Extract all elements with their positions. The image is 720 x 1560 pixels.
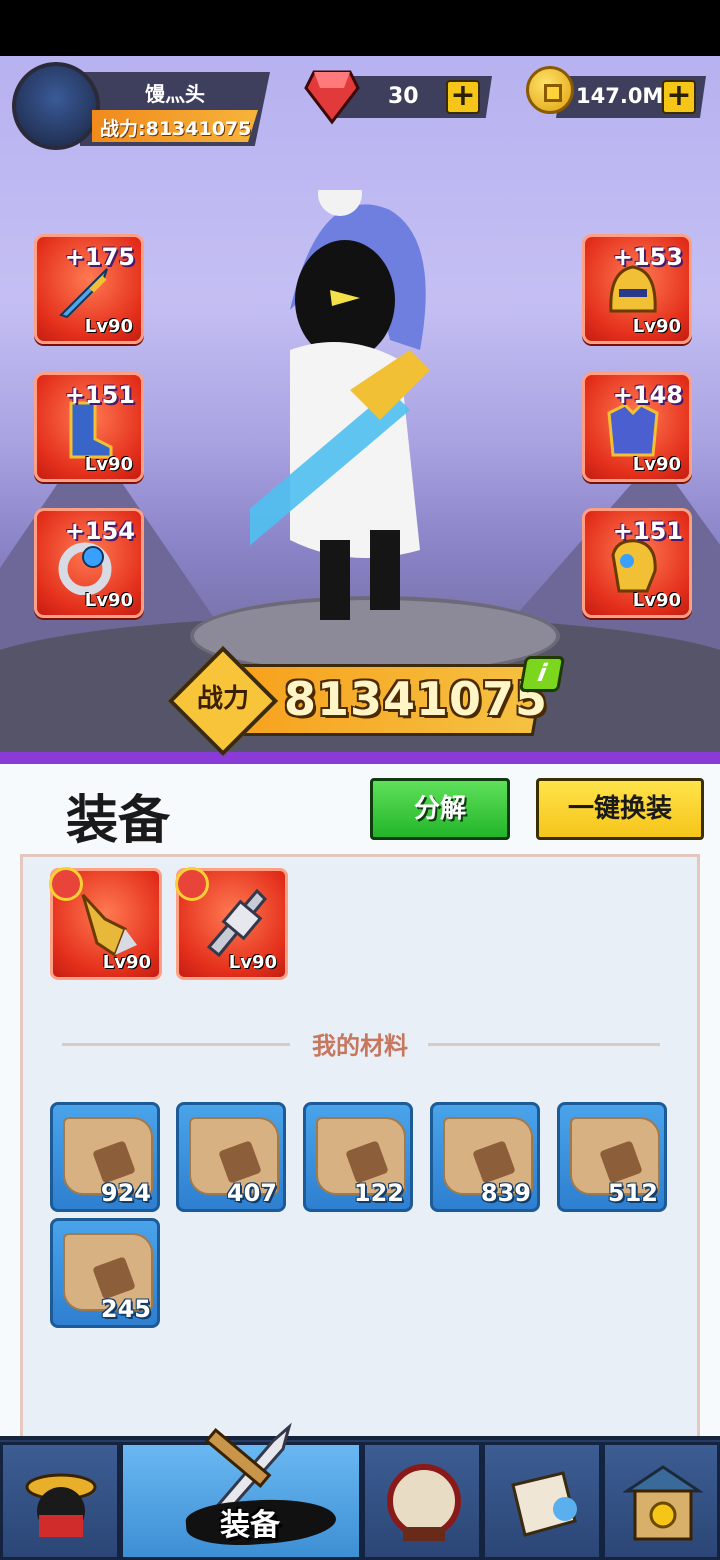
material-count: 512 <box>607 1179 658 1207</box>
scroll-mark <box>218 1140 262 1184</box>
player-power: 战力:81341075 <box>100 118 252 140</box>
gem-count: 30 <box>388 84 419 109</box>
hero-face-icon <box>25 1473 97 1537</box>
item-level: Lv90 <box>84 316 133 337</box>
nav-tab-hero[interactable] <box>0 1442 120 1560</box>
divider-right <box>428 1043 660 1046</box>
equip-slot-ring[interactable]: +154 Lv90 <box>34 508 144 618</box>
equip-slot-helmet[interactable]: +153 Lv90 <box>582 234 692 344</box>
equip-slot-weapon[interactable]: +175 Lv90 <box>34 234 144 344</box>
scroll-mark <box>599 1140 643 1184</box>
scroll-icon <box>511 1471 577 1537</box>
item-level: Lv90 <box>632 454 681 475</box>
gold-count: 147.0M <box>576 84 664 108</box>
scroll-mark <box>92 1256 136 1300</box>
power-value: 81341075 <box>284 672 549 726</box>
material-item[interactable]: 839 <box>430 1102 540 1212</box>
enhance-level: +154 <box>64 517 135 545</box>
nav-tab-equipment-label: 装备 <box>220 1508 280 1543</box>
item-level: Lv90 <box>632 590 681 611</box>
equip-slot-armor[interactable]: +148 Lv90 <box>582 372 692 482</box>
enhance-level: +151 <box>64 381 135 409</box>
item-level: Lv90 <box>102 952 151 973</box>
nav-tab-shop[interactable] <box>602 1442 720 1560</box>
material-item[interactable]: 122 <box>303 1102 413 1212</box>
material-count: 839 <box>480 1179 531 1207</box>
player-avatar[interactable] <box>12 62 100 150</box>
shop-building-icon <box>623 1465 703 1541</box>
material-count: 924 <box>100 1179 151 1207</box>
material-item[interactable]: 407 <box>176 1102 286 1212</box>
scroll-mark <box>472 1140 516 1184</box>
item-level: Lv90 <box>84 590 133 611</box>
power-info-button[interactable]: i <box>518 656 566 692</box>
hero-character[interactable] <box>250 190 490 630</box>
power-label: 战力 <box>196 684 249 714</box>
item-level: Lv90 <box>632 316 681 337</box>
divider-left <box>62 1043 290 1046</box>
equip-slot-boots[interactable]: +151 Lv90 <box>34 372 144 482</box>
nav-tab-drum[interactable] <box>362 1442 482 1560</box>
panel-title: 装备 <box>66 791 171 851</box>
drum-icon <box>387 1464 461 1541</box>
auto-equip-button[interactable]: 一键换装 <box>536 778 704 840</box>
inventory-item[interactable]: Lv90 <box>49 867 162 980</box>
materials-heading: 我的材料 <box>312 1032 408 1060</box>
nav-tab-scroll[interactable] <box>482 1442 602 1560</box>
enhance-level: +175 <box>64 243 135 271</box>
add-gems-button[interactable]: + <box>446 80 480 114</box>
gold-coin-icon <box>526 66 574 114</box>
scroll-mark <box>92 1140 136 1184</box>
material-item[interactable]: 512 <box>557 1102 667 1212</box>
material-item[interactable]: 924 <box>50 1102 160 1212</box>
equip-slot-gauntlet[interactable]: +151 Lv90 <box>582 508 692 618</box>
material-count: 122 <box>353 1179 404 1207</box>
scroll-mark <box>345 1140 389 1184</box>
enhance-level: +151 <box>612 517 683 545</box>
material-count: 245 <box>100 1295 151 1323</box>
enhance-level: +148 <box>612 381 683 409</box>
add-gold-button[interactable]: + <box>662 80 696 114</box>
inventory-item[interactable]: Lv90 <box>175 867 288 980</box>
item-level: Lv90 <box>84 454 133 475</box>
status-bar <box>0 0 720 56</box>
material-count: 407 <box>226 1179 277 1207</box>
material-item[interactable]: 245 <box>50 1218 160 1328</box>
decompose-button[interactable]: 分解 <box>370 778 510 840</box>
item-level: Lv90 <box>228 952 277 973</box>
enhance-level: +153 <box>612 243 683 271</box>
gem-icon <box>304 70 360 125</box>
player-name: 馒灬头 <box>145 82 205 106</box>
